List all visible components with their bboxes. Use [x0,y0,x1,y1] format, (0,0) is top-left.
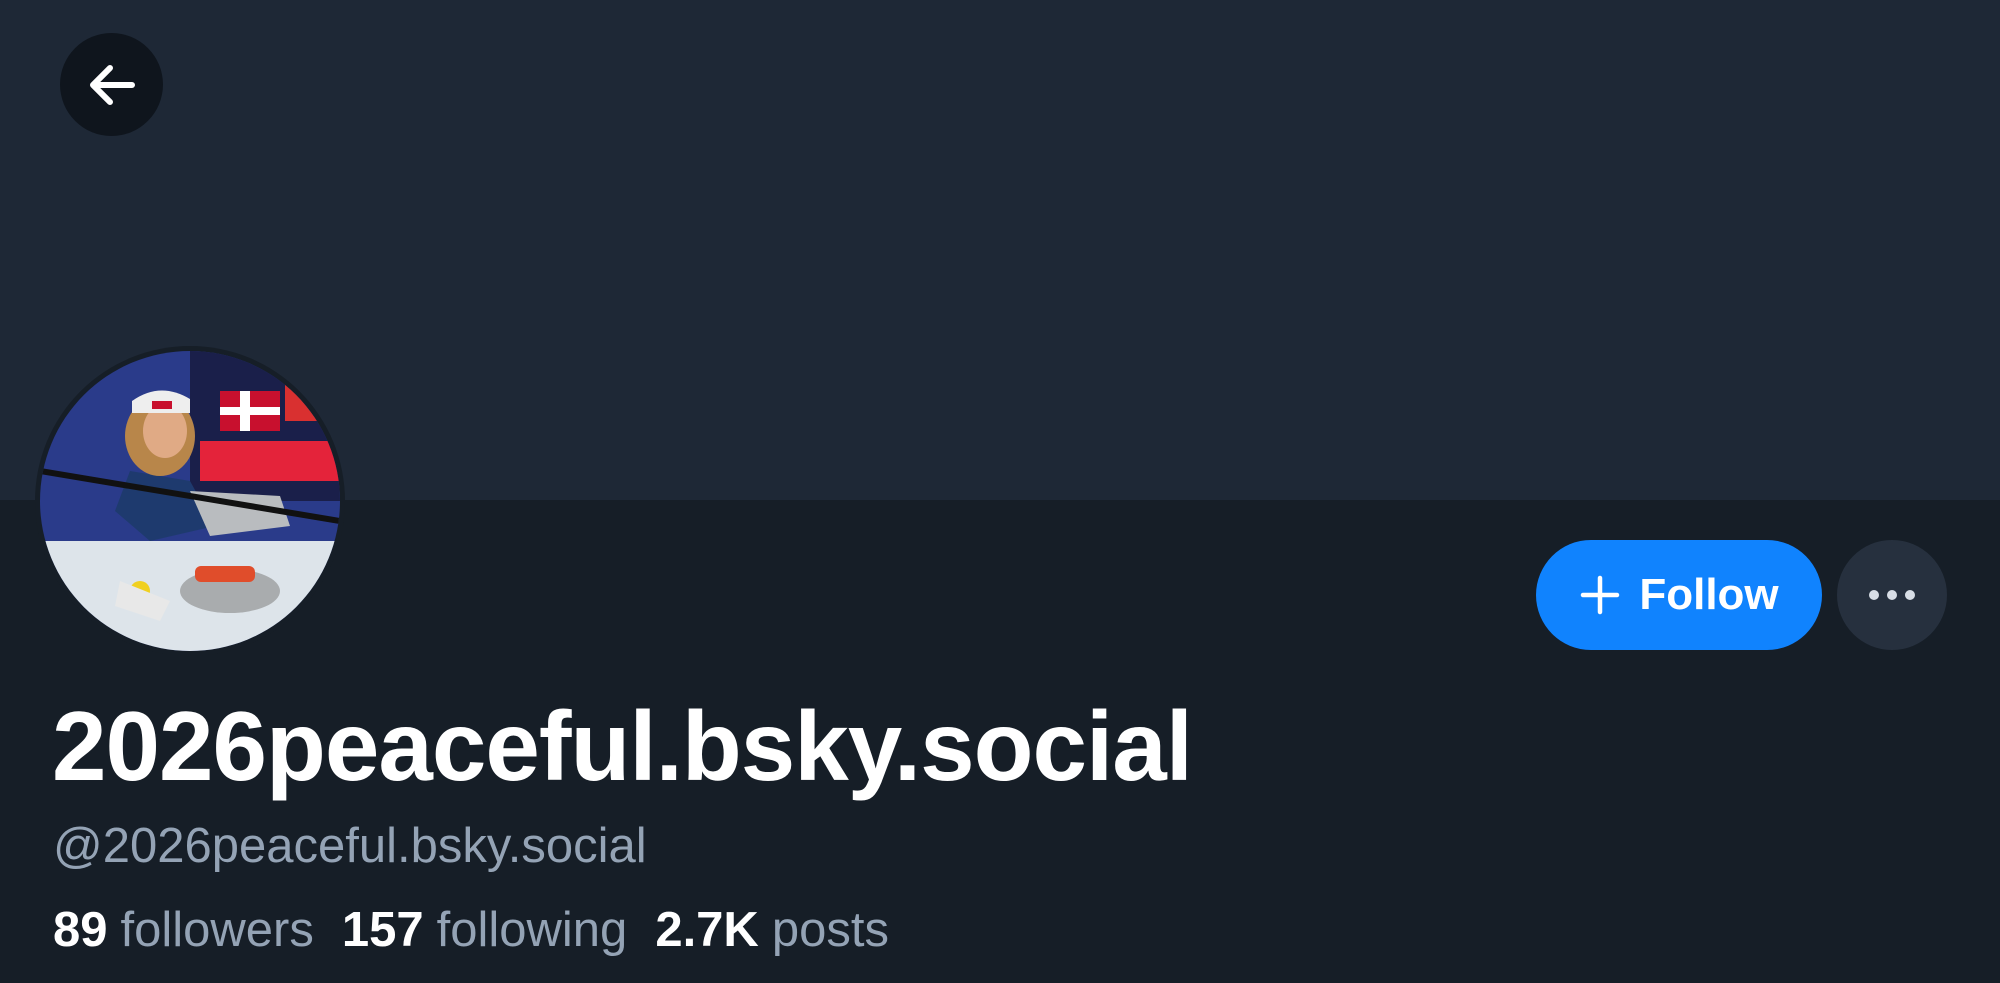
posts-stat: 2.7K posts [655,902,889,958]
avatar-image [40,351,340,651]
posts-count: 2.7K [655,903,759,957]
following-link[interactable]: 157 following [342,902,627,958]
profile-page: Follow 2026peaceful.bsky.social @2026pea… [0,0,2000,983]
follow-button-label: Follow [1639,570,1779,619]
plus-icon [1581,575,1620,615]
posts-label: posts [771,903,889,957]
back-button[interactable] [60,33,163,136]
follow-button[interactable]: Follow [1536,540,1822,650]
followers-label: followers [120,903,314,957]
avatar[interactable] [35,346,345,656]
following-count: 157 [341,903,424,957]
profile-handle: @2026peaceful.bsky.social [53,819,647,873]
ellipsis-icon [1869,590,1915,600]
followers-count: 89 [53,903,108,957]
arrow-left-icon [89,64,135,105]
more-options-button[interactable] [1837,540,1947,650]
profile-stats: 89 followers 157 following 2.7K posts [53,902,889,958]
display-name: 2026peaceful.bsky.social [52,691,1193,801]
following-label: following [436,903,628,957]
followers-link[interactable]: 89 followers [53,902,314,958]
